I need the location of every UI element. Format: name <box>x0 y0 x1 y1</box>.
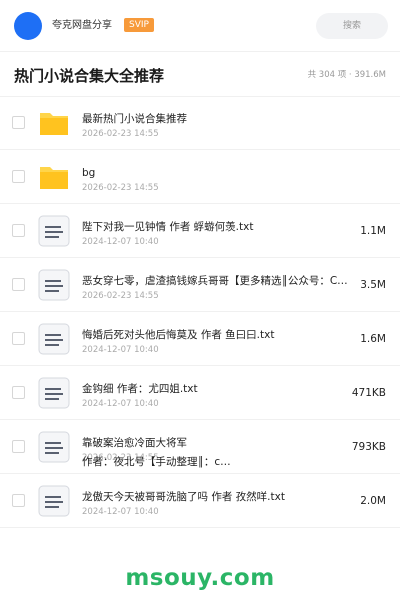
text-file-icon <box>38 215 70 247</box>
file-row[interactable]: 金钩细 作者：尤四姐.txt 2024-12-07 10:40 471KB <box>0 366 400 420</box>
avatar[interactable] <box>14 12 42 40</box>
text-file-icon <box>38 431 70 463</box>
file-row[interactable]: 恶女穿七零，虐渣搞钱嫁兵哥哥【更多精选║公众号：C… 2026-02-23 14… <box>0 258 400 312</box>
file-date: 2024-12-07 10:40 <box>82 507 159 517</box>
file-date: 2026-02-23 14:55 <box>82 183 159 193</box>
file-date: 2026-02-23 14:55 <box>82 129 159 139</box>
file-name[interactable]: 最新热门小说合集推荐 <box>82 113 350 126</box>
select-checkbox[interactable] <box>12 278 25 291</box>
search-input[interactable]: 搜索 <box>316 13 388 39</box>
select-checkbox[interactable] <box>12 386 25 399</box>
page-title: 热门小说合集大全推荐 <box>14 67 165 85</box>
file-row[interactable]: 最新热门小说合集推荐 2026-02-23 14:55 <box>0 96 400 150</box>
file-row[interactable]: 悔婚后死对头他后悔莫及 作者 鱼曰曰.txt 2024-12-07 10:40 … <box>0 312 400 366</box>
select-checkbox[interactable] <box>12 440 25 453</box>
select-checkbox[interactable] <box>12 224 25 237</box>
text-file-icon <box>38 377 70 409</box>
file-size: 3.5M <box>360 279 386 291</box>
select-checkbox[interactable] <box>12 494 25 507</box>
file-size: 2.0M <box>360 495 386 507</box>
file-size: 471KB <box>351 387 386 399</box>
file-name[interactable]: bg <box>82 167 350 180</box>
folder-icon <box>38 107 70 139</box>
item-count: 共 304 项 · 391.6M <box>307 70 386 80</box>
select-checkbox[interactable] <box>12 170 25 183</box>
file-name-line2[interactable]: 作者：夜北号【手动整理║：c… <box>82 456 350 469</box>
file-row[interactable]: 陛下对我一见钟情 作者 蜉蝣何羡.txt 2024-12-07 10:40 1.… <box>0 204 400 258</box>
file-row[interactable]: 靠破案治愈冷面大将军 2026-02-23 14:55 作者：夜北号【手动整理║… <box>0 420 400 474</box>
file-name[interactable]: 靠破案治愈冷面大将军 <box>82 437 350 450</box>
file-row[interactable]: 龙傲天今天被哥哥洗脑了吗 作者 孜然咩.txt 2024-12-07 10:40… <box>0 474 400 528</box>
text-file-icon <box>38 323 70 355</box>
file-row[interactable]: bg 2026-02-23 14:55 <box>0 150 400 204</box>
text-file-icon <box>38 269 70 301</box>
file-name[interactable]: 恶女穿七零，虐渣搞钱嫁兵哥哥【更多精选║公众号：C… <box>82 275 358 288</box>
svip-badge: SVIP <box>124 18 154 32</box>
file-size: 1.1M <box>360 225 386 237</box>
site-watermark: msouy.com <box>125 565 275 591</box>
folder-icon <box>38 161 70 193</box>
sharer-name[interactable]: 夸克网盘分享 <box>52 19 112 33</box>
select-checkbox[interactable] <box>12 332 25 345</box>
search-placeholder: 搜索 <box>342 21 361 31</box>
file-date: 2026-02-23 14:55 <box>82 291 159 301</box>
file-date: 2024-12-07 10:40 <box>82 237 159 247</box>
file-date: 2024-12-07 10:40 <box>82 345 159 355</box>
file-name[interactable]: 金钩细 作者：尤四姐.txt <box>82 383 350 396</box>
file-name[interactable]: 龙傲天今天被哥哥洗脑了吗 作者 孜然咩.txt <box>82 491 350 504</box>
header-bar: 夸克网盘分享 SVIP 搜索 <box>0 0 400 52</box>
file-name[interactable]: 陛下对我一见钟情 作者 蜉蝣何羡.txt <box>82 221 350 234</box>
file-name[interactable]: 悔婚后死对头他后悔莫及 作者 鱼曰曰.txt <box>82 329 350 342</box>
file-size: 1.6M <box>360 333 386 345</box>
select-checkbox[interactable] <box>12 116 25 129</box>
file-size: 793KB <box>351 441 386 453</box>
file-date: 2024-12-07 10:40 <box>82 399 159 409</box>
text-file-icon <box>38 485 70 517</box>
